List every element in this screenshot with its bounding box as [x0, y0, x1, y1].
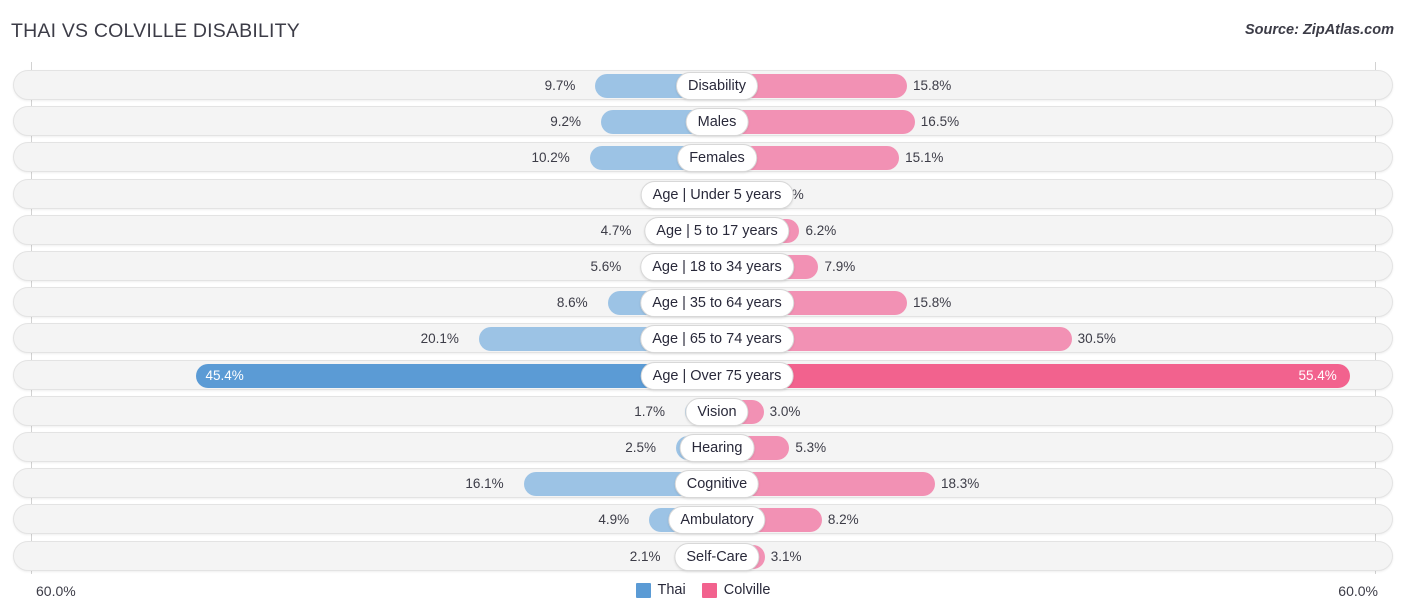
chart-plot-area: 9.7% 15.8% Disability 9.2% 16.5% Males 10.2% 15… [0, 62, 1406, 574]
category-label-pill[interactable]: Age | 18 to 34 years [640, 253, 794, 281]
table-row[interactable]: 1.7% 3.0% Vision [13, 395, 1393, 426]
category-label-pill[interactable]: Age | Under 5 years [640, 180, 794, 209]
category-label-pill[interactable]: Cognitive [674, 470, 760, 499]
category-label-pill[interactable]: Females [677, 144, 757, 173]
legend-item[interactable]: Thai [635, 582, 686, 598]
table-row[interactable]: 45.4% 55.4% Age | Over 75 years [13, 359, 1393, 390]
bar-colville[interactable] [730, 363, 1351, 388]
value-label-thai: 4.9% [598, 512, 630, 528]
value-label-thai: 16.1% [465, 476, 504, 492]
value-label-thai: 5.6% [590, 259, 622, 274]
value-label-colville: 5.3% [795, 440, 827, 455]
value-label-colville: 3.0% [769, 403, 801, 419]
table-row[interactable]: 8.6% 15.8% Age | 35 to 64 years [13, 287, 1393, 318]
value-label-colville: 18.3% [940, 476, 980, 492]
page-title: THAI VS COLVILLE DISABILITY [11, 20, 300, 42]
category-label-pill[interactable]: Males [685, 108, 749, 137]
value-label-thai: 8.6% [556, 295, 588, 311]
table-row[interactable]: 4.7% 6.2% Age | 5 to 17 years [13, 214, 1393, 245]
value-label-thai: 2.1% [629, 548, 661, 564]
bar-thai[interactable] [195, 363, 704, 388]
chart-header: THAI VS COLVILLE DISABILITY Source: ZipA… [0, 0, 1406, 62]
chart-legend: Thai Colville [0, 582, 1406, 598]
table-row[interactable]: 9.2% 16.5% Males [13, 106, 1393, 137]
bar-colville[interactable] [730, 472, 935, 497]
category-label-pill[interactable]: Age | 35 to 64 years [640, 289, 794, 318]
table-row[interactable]: 1.1%3.3%Age | Under 5 years [13, 178, 1393, 209]
value-label-thai: 9.2% [550, 114, 581, 130]
legend-swatch-icon [635, 582, 651, 598]
value-label-thai: 1.7% [634, 403, 665, 419]
value-label-colville: 6.2% [805, 222, 837, 238]
category-label-pill[interactable]: Age | 5 to 17 years [644, 216, 790, 245]
table-row[interactable]: 9.7% 15.8% Disability [13, 70, 1393, 100]
value-label-thai: 20.1% [420, 331, 459, 347]
chart-footer: 60.0% 60.0% Thai Colville [0, 574, 1406, 612]
value-label-colville: 3.1% [770, 548, 802, 564]
bar-colville[interactable] [730, 110, 915, 135]
value-label-thai: 9.7% [544, 78, 576, 93]
category-label-pill[interactable]: Age | 65 to 74 years [640, 325, 794, 354]
category-label-pill[interactable]: Hearing [679, 434, 755, 462]
value-label-colville: 15.8% [912, 295, 952, 311]
source-attribution: Source: ZipAtlas.com [1244, 22, 1394, 38]
value-label-colville: 7.9% [824, 259, 856, 274]
value-label-colville: 8.2% [827, 512, 859, 528]
value-label-thai: 45.4% [205, 367, 244, 383]
legend-swatch-icon [701, 582, 717, 598]
chart-page: THAI VS COLVILLE DISABILITY Source: ZipA… [0, 0, 1406, 612]
legend-label: Thai [657, 582, 686, 598]
value-label-thai: 4.7% [600, 222, 632, 238]
value-label-thai: 2.5% [625, 440, 656, 455]
value-label-colville: 15.1% [905, 150, 944, 166]
category-label-pill[interactable]: Ambulatory [668, 506, 766, 535]
category-label-pill[interactable]: Disability [675, 72, 759, 100]
table-row[interactable]: 4.9% 8.2% Ambulatory [13, 504, 1393, 535]
value-label-colville: 15.8% [912, 78, 952, 93]
category-label-pill[interactable]: Age | Over 75 years [640, 361, 794, 390]
table-row[interactable]: 16.1% 18.3% Cognitive [13, 468, 1393, 499]
table-row[interactable]: 10.2% 15.1% Females [13, 142, 1393, 173]
value-label-colville: 55.4% [1298, 367, 1337, 383]
table-row[interactable]: 20.1% 30.5% Age | 65 to 74 years [13, 323, 1393, 354]
category-label-pill[interactable]: Self-Care [674, 542, 760, 571]
legend-label: Colville [723, 582, 771, 598]
value-label-colville: 30.5% [1077, 331, 1116, 347]
category-label-pill[interactable]: Vision [685, 397, 749, 426]
table-row[interactable]: 2.5% 5.3% Hearing [13, 432, 1393, 462]
value-label-thai: 10.2% [531, 150, 570, 166]
table-row[interactable]: 2.1% 3.1% Self-Care [13, 540, 1393, 571]
value-label-colville: 16.5% [920, 114, 960, 130]
legend-item[interactable]: Colville [701, 582, 771, 598]
table-row[interactable]: 5.6% 7.9% Age | 18 to 34 years [13, 251, 1393, 281]
